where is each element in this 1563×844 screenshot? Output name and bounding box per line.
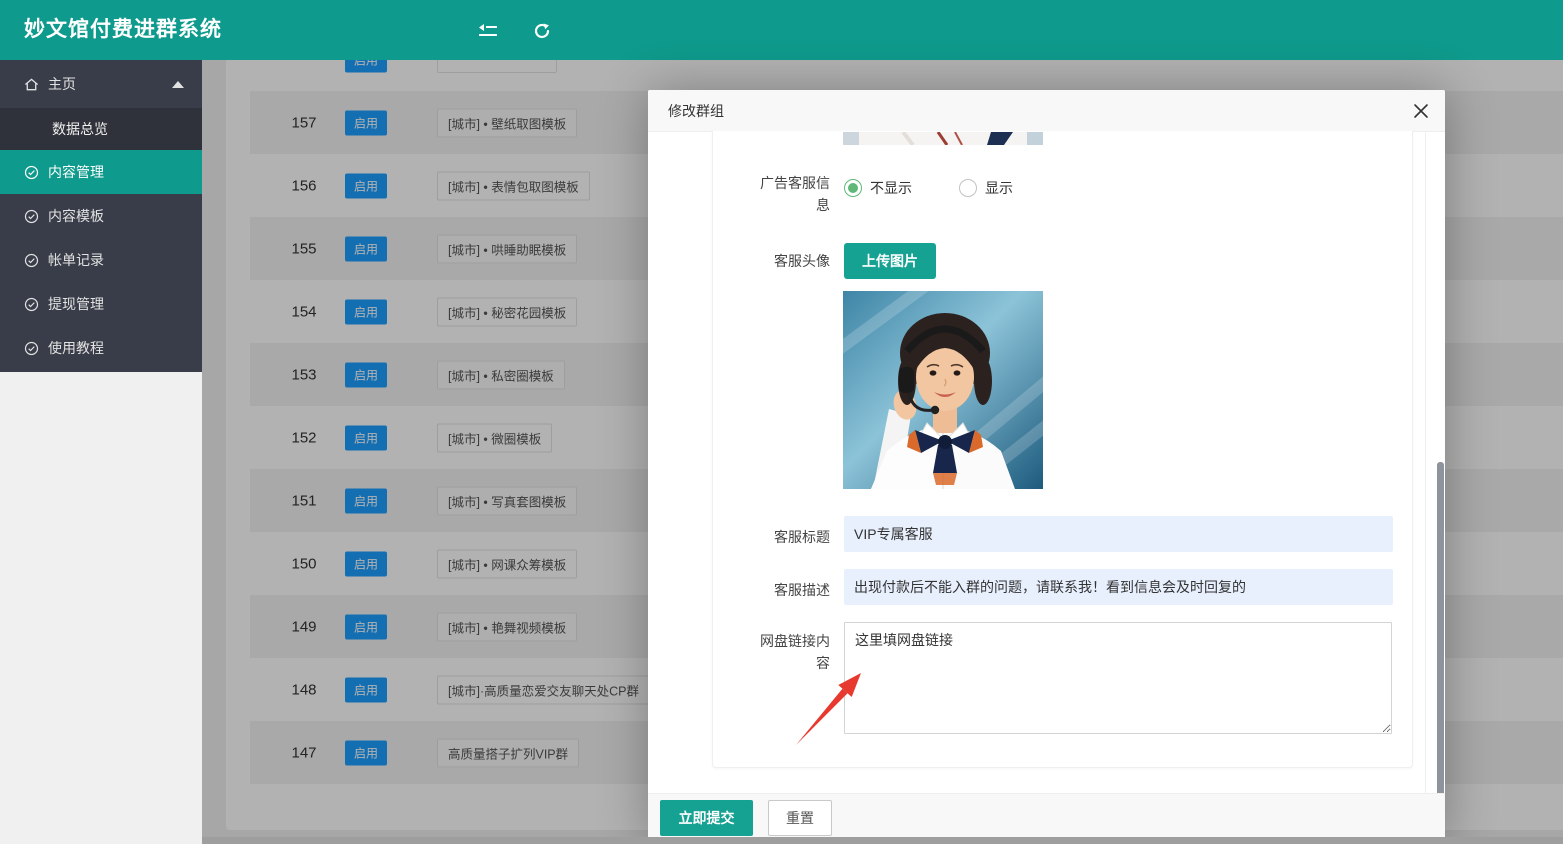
submit-button[interactable]: 立即提交 <box>660 800 753 836</box>
home-icon <box>24 77 39 92</box>
radio-hide[interactable] <box>844 179 862 197</box>
refresh-icon[interactable] <box>533 22 553 38</box>
chevron-up-icon <box>172 81 184 88</box>
check-circle-icon <box>24 341 39 356</box>
radio-show[interactable] <box>959 179 977 197</box>
modal-header: 修改群组 <box>648 90 1445 132</box>
upload-image-button[interactable]: 上传图片 <box>844 243 936 279</box>
close-icon[interactable] <box>1413 103 1429 119</box>
top-header: 妙文馆付费进群系统 <box>0 0 1563 60</box>
sidebar-item-label: 数据总览 <box>52 108 108 150</box>
customer-service-photo <box>843 291 1043 489</box>
sidebar-item-label: 内容管理 <box>48 150 104 194</box>
sidebar-item-label: 内容模板 <box>48 194 104 238</box>
service-desc-label: 客服描述 <box>750 579 830 601</box>
check-circle-icon <box>24 253 39 268</box>
radio-dot <box>848 183 858 193</box>
radio-show-label: 显示 <box>985 178 1013 198</box>
sidebar-item-withdraw-manage[interactable]: 提现管理 <box>0 282 202 326</box>
sidebar-item-label: 提现管理 <box>48 282 104 326</box>
service-title-input[interactable] <box>844 516 1393 552</box>
collapse-sidebar-icon[interactable] <box>478 22 498 38</box>
scroll-track-divider <box>1425 132 1426 844</box>
sidebar-item-tutorial[interactable]: 使用教程 <box>0 326 202 370</box>
sidebar-item-data-overview[interactable]: 数据总览 <box>0 108 202 150</box>
app-title: 妙文馆付费进群系统 <box>24 0 222 60</box>
avatar-label: 客服头像 <box>750 250 830 272</box>
ad-service-label: 广告客服信息 <box>750 172 830 216</box>
netdisk-label: 网盘链接内容 <box>750 630 830 674</box>
edit-group-modal: 修改群组 广告客服信息 不显示 显示 客服头像 上传图片 <box>648 90 1445 844</box>
check-circle-icon <box>24 297 39 312</box>
modal-title: 修改群组 <box>648 90 1445 132</box>
scrolled-image-fragment <box>843 132 1043 145</box>
sidebar-item-content-template[interactable]: 内容模板 <box>0 194 202 238</box>
sidebar-item-content-manage[interactable]: 内容管理 <box>0 150 202 194</box>
check-circle-icon <box>24 209 39 224</box>
modal-scrollbar-thumb[interactable] <box>1437 462 1444 844</box>
sidebar-item-label: 使用教程 <box>48 326 104 370</box>
horizontal-scrollbar[interactable] <box>202 837 1563 844</box>
reset-button[interactable]: 重置 <box>768 800 832 836</box>
sidebar-item-label: 主页 <box>48 60 76 108</box>
netdisk-textarea[interactable]: 这里填网盘链接 <box>844 622 1392 734</box>
sidebar-item-home[interactable]: 主页 <box>0 60 202 108</box>
sidebar-item-label: 帐单记录 <box>48 238 104 282</box>
radio-hide-label: 不显示 <box>870 178 912 198</box>
sidebar-item-bill-records[interactable]: 帐单记录 <box>0 238 202 282</box>
ad-service-radio-group: 不显示 显示 <box>844 178 1013 198</box>
service-title-label: 客服标题 <box>750 526 830 548</box>
check-circle-icon <box>24 165 39 180</box>
service-desc-input[interactable] <box>844 569 1393 605</box>
sidebar: 主页 数据总览 内容管理 内容模板 帐单记录 提现管理 使用教程 <box>0 60 202 372</box>
